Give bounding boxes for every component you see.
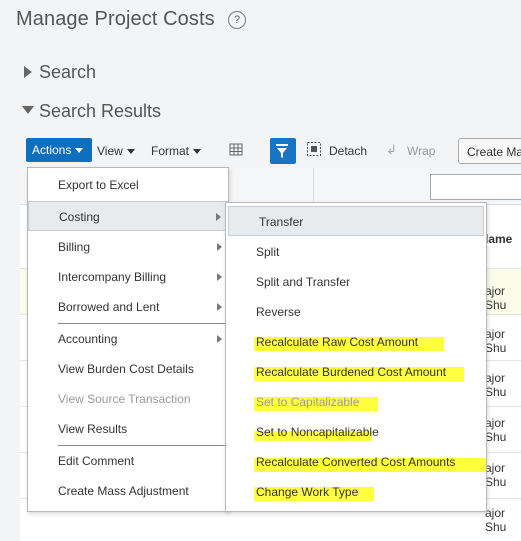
menu-item-billing[interactable]: Billing [28,232,228,262]
submenu-item-recalculate-burdened-cost-amount[interactable]: Recalculate Burdened Cost Amount [226,357,486,387]
collapse-arrow-icon[interactable] [22,106,34,114]
search-results-header[interactable]: Search Results [39,101,161,122]
menu-item-view-results[interactable]: View Results [28,414,228,444]
submenu-item-recalculate-raw-cost-amount[interactable]: Recalculate Raw Cost Amount [226,327,486,357]
create-mass-adjustment-button[interactable]: Create Ma [458,138,521,164]
expand-arrow-icon[interactable] [24,66,32,78]
freeze-columns-icon[interactable] [229,142,245,158]
wrap-button: Wrap [407,144,436,158]
help-icon[interactable]: ? [228,11,246,29]
submenu-item-set-to-capitalizable: Set to Capitalizable [226,387,486,417]
chevron-down-icon [126,149,135,155]
query-by-example-button[interactable] [270,138,296,164]
menu-item-view-source-transaction: View Source Transaction [58,392,191,406]
column-header-name: lame [485,232,513,246]
table-cell: ajor Shu [485,416,507,444]
table-cell: ajor Shu [485,371,507,399]
menu-item-accounting[interactable]: Accounting [28,324,228,354]
detach-icon[interactable] [306,141,322,157]
submenu-arrow-icon [217,335,222,343]
chevron-down-icon [193,149,202,155]
view-menu-button[interactable]: View [97,144,135,158]
actions-menu-button[interactable]: Actions [26,138,92,162]
wrap-icon: ↲ [386,142,397,157]
submenu-item-split[interactable]: Split [226,237,486,267]
menu-item-create-mass-adjustment[interactable]: Create Mass Adjustment [28,476,228,506]
menu-item-export-to-excel[interactable]: Export to Excel [28,170,228,200]
page-title: Manage Project Costs [16,8,215,30]
table-cell: ajor Shu [485,327,507,355]
detach-button[interactable]: Detach [329,144,367,158]
format-menu-button[interactable]: Format [151,144,202,158]
menu-item-intercompany-billing[interactable]: Intercompany Billing [28,262,228,292]
submenu-item-split-and-transfer[interactable]: Split and Transfer [226,267,486,297]
submenu-item-recalculate-converted-cost-amounts[interactable]: Recalculate Converted Cost Amounts [226,447,486,477]
table-cell: ajor Shu [485,461,507,489]
submenu-item-change-work-type[interactable]: Change Work Type [226,477,486,507]
submenu-item-reverse[interactable]: Reverse [226,297,486,327]
menu-item-borrowed-and-lent[interactable]: Borrowed and Lent [28,292,228,322]
column-filter-input[interactable] [430,174,521,200]
menu-item-view-burden-cost-details[interactable]: View Burden Cost Details [28,354,228,384]
submenu-arrow-icon [217,243,222,251]
table-cell: ajor Shu [485,284,507,312]
submenu-arrow-icon [216,213,221,221]
submenu-arrow-icon [217,273,222,281]
search-section-header[interactable]: Search [39,62,96,83]
chevron-down-icon [75,148,84,154]
menu-item-edit-comment[interactable]: Edit Comment [28,446,228,476]
column-divider [313,168,314,204]
menu-item-costing[interactable]: Costing [28,201,228,231]
submenu-item-set-to-noncapitalizable[interactable]: Set to Noncapitalizable [226,417,486,447]
submenu-arrow-icon [217,303,222,311]
costing-submenu: Transfer Split Split and Transfer Revers… [225,202,487,512]
submenu-item-transfer[interactable]: Transfer [228,206,484,236]
table-cell: ajor Shu [485,506,507,534]
actions-menu: Export to Excel Costing Billing Intercom… [27,167,229,512]
